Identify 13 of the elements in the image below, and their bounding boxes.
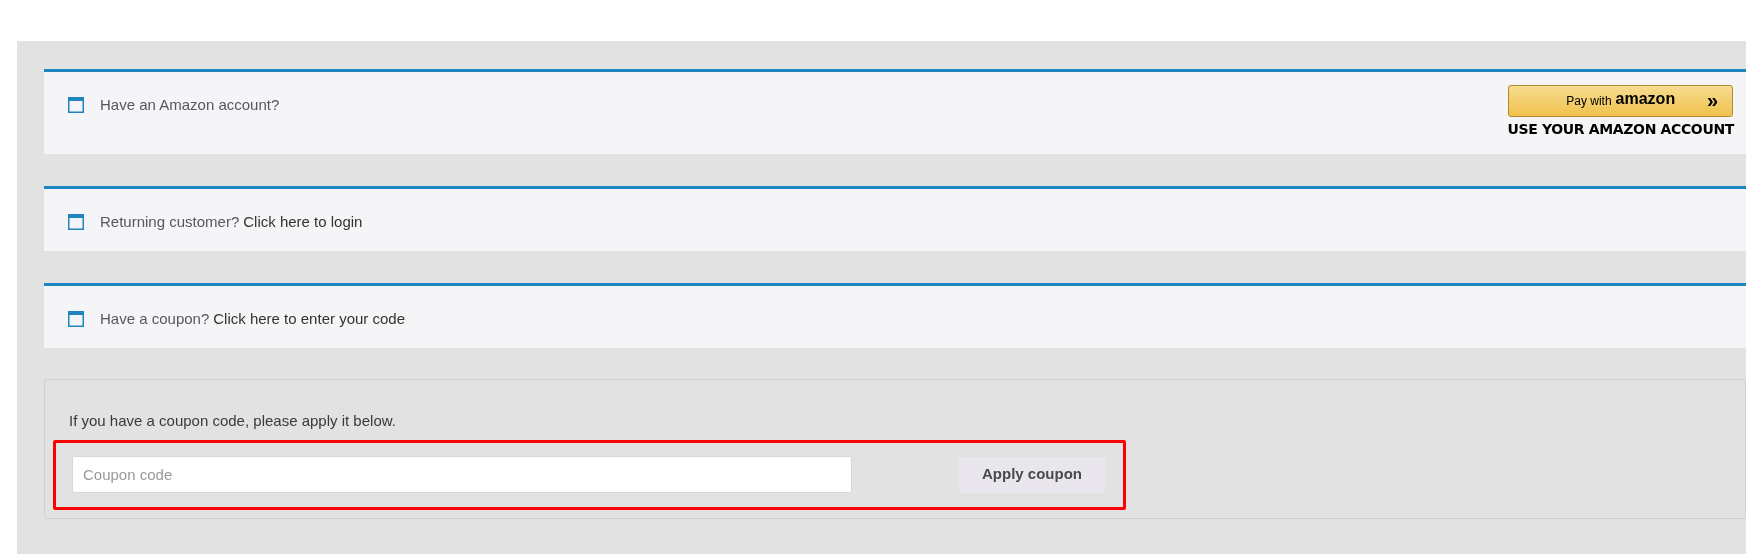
coupon-instructions: If you have a coupon code, please apply it below. [68, 411, 397, 431]
pay-with-amazon-button[interactable]: Pay with amazon » [1508, 85, 1734, 117]
notice-text: Have an Amazon account? [100, 95, 280, 115]
notice-link[interactable]: Click here to enter your code [213, 308, 405, 331]
amazon-caption: USE YOUR AMAZON ACCOUNT [1507, 120, 1734, 139]
apply-coupon-button[interactable]: Apply coupon [959, 456, 1105, 493]
notice-text: Returning customer? [100, 212, 240, 232]
window-icon [68, 97, 84, 114]
notice-text: Have a coupon? [100, 309, 210, 329]
window-icon [68, 214, 84, 231]
window-icon [68, 311, 84, 328]
coupon-code-field[interactable]: Coupon code [72, 456, 852, 493]
notice-link[interactable]: Click here to login [243, 211, 363, 234]
